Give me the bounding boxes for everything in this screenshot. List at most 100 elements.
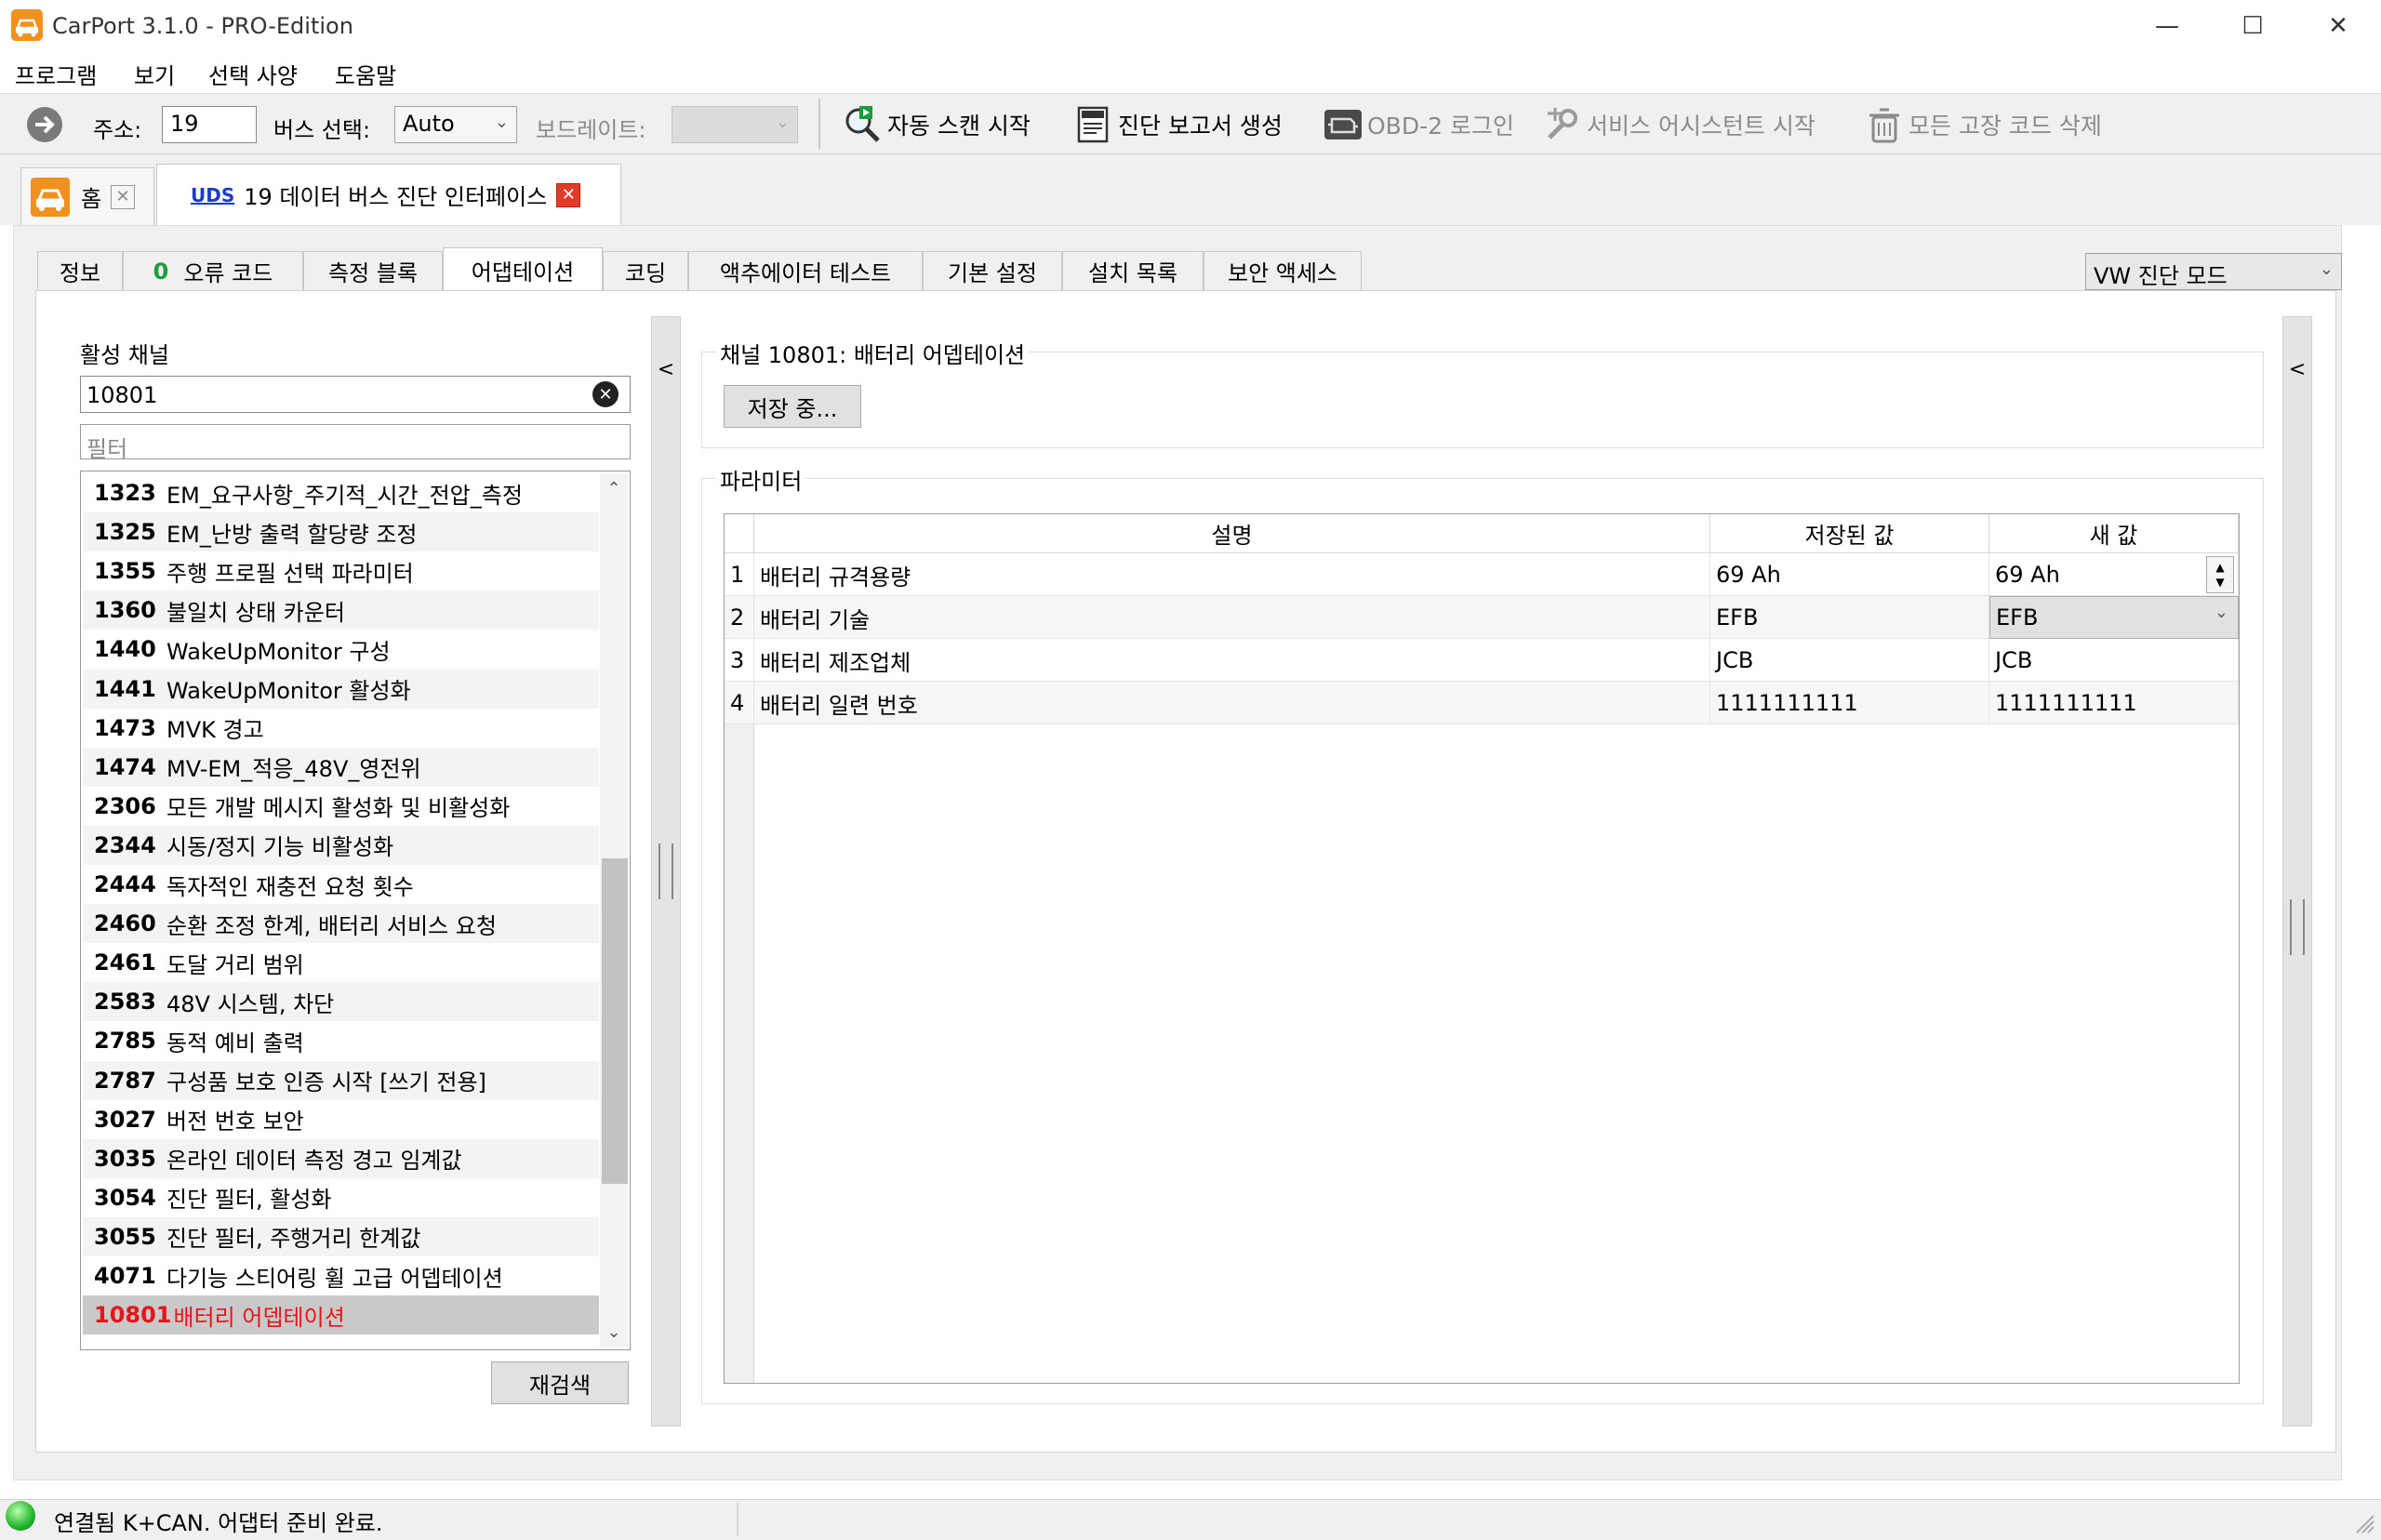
- row-index: 2: [725, 596, 754, 639]
- channel-list-item[interactable]: 1474 MV-EM_적응_48V_영전위: [83, 747, 599, 787]
- channel-list-item[interactable]: 1473 MVK 경고: [83, 708, 599, 748]
- channel-list-item[interactable]: 1440 WakeUpMonitor 구성: [83, 630, 599, 670]
- chevron-down-icon: ⌄: [494, 113, 509, 132]
- column-header-description[interactable]: 설명: [754, 514, 1710, 553]
- channel-list-item[interactable]: 3035 온라인 데이터 측정 경고 임계값: [83, 1138, 599, 1178]
- menu-options[interactable]: 선택 사양: [208, 58, 298, 90]
- channel-name: 다기능 스티어링 휠 고급 어뎁테이션: [166, 1265, 503, 1292]
- bus-select-dropdown[interactable]: Auto ⌄: [394, 106, 517, 143]
- channel-number: 3035: [94, 1145, 156, 1172]
- channel-list-item[interactable]: 2306 모든 개발 메시지 활성화 및 비활성화: [83, 786, 599, 826]
- channel-list-item[interactable]: 2583 48V 시스템, 차단: [83, 982, 599, 1022]
- left-splitter[interactable]: <: [651, 316, 681, 1427]
- spinner-icon[interactable]: ▲ ▼: [2206, 556, 2234, 593]
- fault-count-badge: 0: [153, 258, 169, 285]
- resize-grip-icon[interactable]: [2351, 1507, 2375, 1534]
- filter-input[interactable]: 필터: [80, 424, 631, 462]
- tab-actuator-test[interactable]: 액추에이터 테스트: [688, 251, 923, 290]
- close-icon[interactable]: ✕: [111, 184, 136, 209]
- channel-number: 10801: [94, 1302, 172, 1329]
- baud-rate-dropdown[interactable]: ⌄: [672, 106, 798, 143]
- collapse-right-icon[interactable]: <: [2283, 358, 2311, 381]
- channel-number: 4071: [94, 1263, 156, 1289]
- channel-name: WakeUpMonitor 구성: [166, 638, 391, 665]
- channel-name: EM_요구사항_주기적_시간_전압_측정: [166, 482, 523, 509]
- tab-uds-interface[interactable]: UDS 19 데이터 버스 진단 인터페이스 ✕: [156, 164, 621, 225]
- scroll-up-icon[interactable]: ⌃: [600, 479, 628, 498]
- channel-list-item[interactable]: 2460 순환 조정 한계, 배터리 서비스 요청: [83, 904, 599, 944]
- collapse-left-icon[interactable]: <: [652, 358, 680, 381]
- service-assistant-button[interactable]: 서비스 어시스턴트 시작: [1542, 99, 1816, 151]
- tab-security-access[interactable]: 보안 액세스: [1204, 251, 1362, 290]
- channel-list-item[interactable]: 10801 배터리 어뎁테이션: [83, 1295, 599, 1335]
- report-document-icon: [1073, 104, 1114, 145]
- channel-list-item[interactable]: 3027 버전 번호 보안: [83, 1099, 599, 1139]
- scroll-down-icon[interactable]: ⌄: [600, 1322, 628, 1342]
- trash-icon: [1864, 104, 1905, 145]
- parameters-table: 설명 저장된 값 새 값 1 배터리 규격용량 69 Ah 69 Ah ▲ ▼ 2 배터리 …: [724, 513, 2240, 1384]
- channel-list-item[interactable]: 2787 구성품 보호 인증 시작 [쓰기 전용]: [83, 1060, 599, 1100]
- channel-list-item[interactable]: 4071 다기능 스티어링 휠 고급 어뎁테이션: [83, 1256, 599, 1295]
- column-header-new-value[interactable]: 새 값: [1989, 514, 2239, 553]
- channel-list-item[interactable]: 3054 진단 필터, 활성화: [83, 1177, 599, 1217]
- right-splitter[interactable]: <: [2282, 316, 2312, 1427]
- param-new-value-text: 1111111111: [1995, 690, 2137, 716]
- diagnostic-mode-dropdown[interactable]: VW 진단 모드 ⌄: [2085, 253, 2342, 290]
- channel-list-item[interactable]: 2344 시동/정지 기능 비활성화: [83, 825, 599, 865]
- magnifier-play-icon: [843, 104, 884, 145]
- menu-help[interactable]: 도움말: [335, 58, 396, 90]
- channel-name: 48V 시스템, 차단: [166, 990, 335, 1017]
- channel-search-input[interactable]: 10801 ✕: [80, 376, 631, 413]
- close-window-button[interactable]: ✕: [2295, 0, 2381, 52]
- channel-number: 3055: [94, 1223, 156, 1250]
- tab-fault-codes-label: 오류 코드: [183, 260, 273, 286]
- window-title: CarPort 3.1.0 - PRO-Edition: [52, 13, 353, 39]
- diagnostic-report-button[interactable]: 진단 보고서 생성: [1073, 99, 1283, 151]
- tab-install-list[interactable]: 설치 목록: [1062, 251, 1204, 290]
- tab-fault-codes[interactable]: 0 오류 코드: [123, 251, 303, 290]
- param-new-value[interactable]: EFB ⌄: [1989, 596, 2239, 639]
- param-new-value[interactable]: 1111111111: [1989, 682, 2239, 724]
- tab-basic-settings[interactable]: 기본 설정: [923, 251, 1062, 290]
- obd2-login-button[interactable]: OBD-2 로그인: [1323, 99, 1514, 151]
- channel-list-item[interactable]: 1323 EM_요구사항_주기적_시간_전압_측정: [83, 473, 599, 512]
- uds-badge: UDS: [191, 183, 235, 206]
- tab-info[interactable]: 정보: [37, 251, 123, 290]
- channel-list-scrollbar[interactable]: ⌃ ⌄: [600, 473, 628, 1348]
- rescan-button[interactable]: 재검색: [491, 1361, 629, 1404]
- channel-name: 버전 번호 보안: [166, 1109, 304, 1135]
- minimize-button[interactable]: —: [2124, 0, 2210, 52]
- column-header-stored-value[interactable]: 저장된 값: [1710, 514, 1989, 553]
- channel-list-item[interactable]: 1441 WakeUpMonitor 활성화: [83, 669, 599, 709]
- go-arrow-icon[interactable]: [24, 104, 65, 145]
- maximize-button[interactable]: ☐: [2210, 0, 2295, 52]
- channel-list-item[interactable]: 2461 도달 거리 범위: [83, 943, 599, 983]
- channel-list-item[interactable]: 1360 불일치 상태 카운터: [83, 591, 599, 631]
- channel-list-item[interactable]: 2444 독자적인 재충전 요청 횟수: [83, 865, 599, 904]
- tab-coding[interactable]: 코딩: [603, 251, 688, 290]
- channel-list-item[interactable]: 1355 주행 프로필 선택 파라미터: [83, 551, 599, 591]
- param-description: 배터리 일련 번호: [754, 682, 1710, 724]
- auto-scan-button[interactable]: 자동 스캔 시작: [843, 99, 1031, 151]
- clear-icon[interactable]: ✕: [592, 381, 619, 407]
- channel-number: 1325: [94, 519, 156, 546]
- scroll-thumb[interactable]: [602, 858, 628, 1184]
- menu-program[interactable]: 프로그램: [15, 58, 97, 90]
- channel-number: 1473: [94, 714, 156, 741]
- param-description: 배터리 규격용량: [754, 553, 1710, 596]
- param-stored-value-text: EFB: [1716, 604, 1759, 631]
- delete-all-codes-button[interactable]: 모든 고장 코드 삭제: [1864, 99, 2102, 151]
- address-input[interactable]: 19: [162, 106, 257, 143]
- menu-view[interactable]: 보기: [134, 58, 175, 90]
- param-new-value[interactable]: JCB: [1989, 639, 2239, 682]
- tab-adaptation[interactable]: 어댑테이션: [443, 247, 603, 292]
- channel-list-item[interactable]: 1325 EM_난방 출력 할당량 조정: [83, 512, 599, 552]
- channel-list-item[interactable]: 2785 동적 예비 출력: [83, 1021, 599, 1061]
- param-new-value[interactable]: 69 Ah ▲ ▼: [1989, 553, 2239, 596]
- channel-list-item[interactable]: 3055 진단 필터, 주행거리 한계값: [83, 1216, 599, 1256]
- save-button[interactable]: 저장 중...: [724, 385, 861, 428]
- home-car-icon: [31, 177, 70, 217]
- close-icon[interactable]: ✕: [556, 182, 581, 207]
- tab-measure-blocks[interactable]: 측정 블록: [303, 251, 443, 290]
- tab-home[interactable]: 홈 ✕: [20, 167, 154, 225]
